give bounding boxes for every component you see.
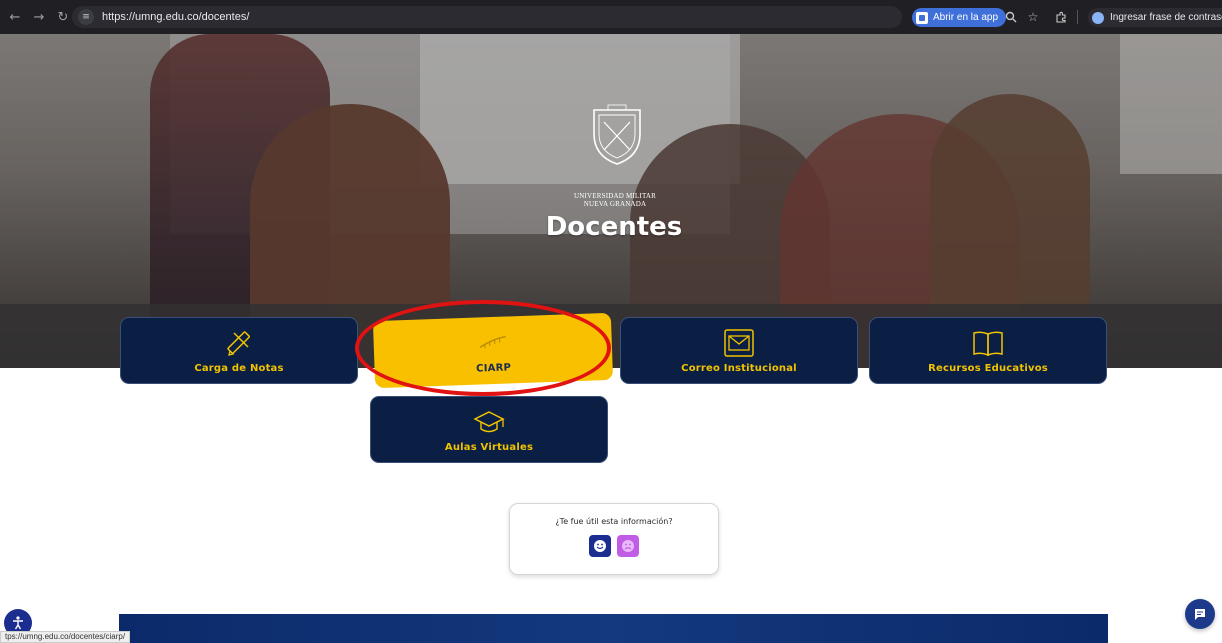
university-crest-icon — [593, 104, 641, 165]
card-label: Recursos Educativos — [928, 363, 1048, 374]
card-correo-institucional[interactable]: Correo Institucional — [620, 317, 858, 384]
reload-icon[interactable]: ↻ — [52, 6, 74, 28]
feedback-question: ¿Te fue útil esta información? — [555, 517, 673, 526]
address-bar[interactable]: ≡ https://umng.edu.co/docentes/ — [72, 6, 902, 28]
feedback-yes-button[interactable] — [589, 535, 611, 557]
card-label: Correo Institucional — [681, 363, 797, 374]
zoom-icon[interactable] — [1002, 8, 1020, 26]
open-book-icon — [971, 327, 1005, 359]
card-aulas-virtuales[interactable]: Aulas Virtuales — [370, 396, 608, 463]
university-name-line-1: Universidad Militar — [574, 192, 656, 200]
url-text[interactable]: https://umng.edu.co/docentes/ — [102, 11, 249, 23]
envelope-icon — [722, 327, 756, 359]
graduation-cap-icon — [472, 406, 506, 438]
sad-face-icon — [622, 540, 634, 552]
university-name: Universidad Militar Nueva Granada — [560, 192, 670, 208]
card-carga-de-notas[interactable]: Carga de Notas — [120, 317, 358, 384]
page-title: Docentes — [545, 212, 683, 242]
ruler-icon — [475, 326, 510, 359]
toolbar-divider — [1077, 10, 1078, 24]
footer-banner — [119, 614, 1108, 643]
forward-arrow-icon[interactable]: → — [28, 6, 50, 28]
happy-face-icon — [594, 540, 606, 552]
card-recursos-educativos[interactable]: Recursos Educativos — [869, 317, 1107, 384]
card-label: CIARP — [476, 362, 512, 375]
extensions-icon[interactable] — [1052, 8, 1070, 26]
feedback-no-button[interactable] — [617, 535, 639, 557]
feedback-widget: ¿Te fue útil esta información? — [509, 503, 719, 575]
university-name-line-2: Nueva Granada — [583, 200, 647, 208]
status-bar-url: tps://umng.edu.co/docentes/ciarp/ — [0, 631, 131, 643]
card-label: Carga de Notas — [194, 363, 284, 374]
password-key-icon — [1092, 11, 1104, 24]
card-ciarp[interactable]: CIARP — [372, 312, 614, 389]
chat-icon — [1195, 609, 1205, 620]
card-label: Aulas Virtuales — [444, 442, 534, 453]
feedback-buttons — [586, 535, 642, 557]
app-icon — [916, 11, 928, 24]
password-prompt-label: Ingresar frase de contraseña — [1110, 12, 1222, 23]
open-in-app-button[interactable]: Abrir en la app — [912, 8, 1007, 27]
password-prompt-chip[interactable]: Ingresar frase de contraseña — [1088, 8, 1222, 27]
bookmark-star-icon[interactable]: ☆ — [1024, 8, 1042, 26]
open-in-app-label: Abrir en la app — [933, 12, 999, 23]
site-info-icon[interactable]: ≡ — [78, 9, 94, 25]
back-arrow-icon[interactable]: ← — [4, 6, 26, 28]
accessibility-icon — [13, 616, 23, 630]
chat-button[interactable] — [1185, 599, 1215, 629]
pencil-ruler-icon — [222, 327, 256, 359]
